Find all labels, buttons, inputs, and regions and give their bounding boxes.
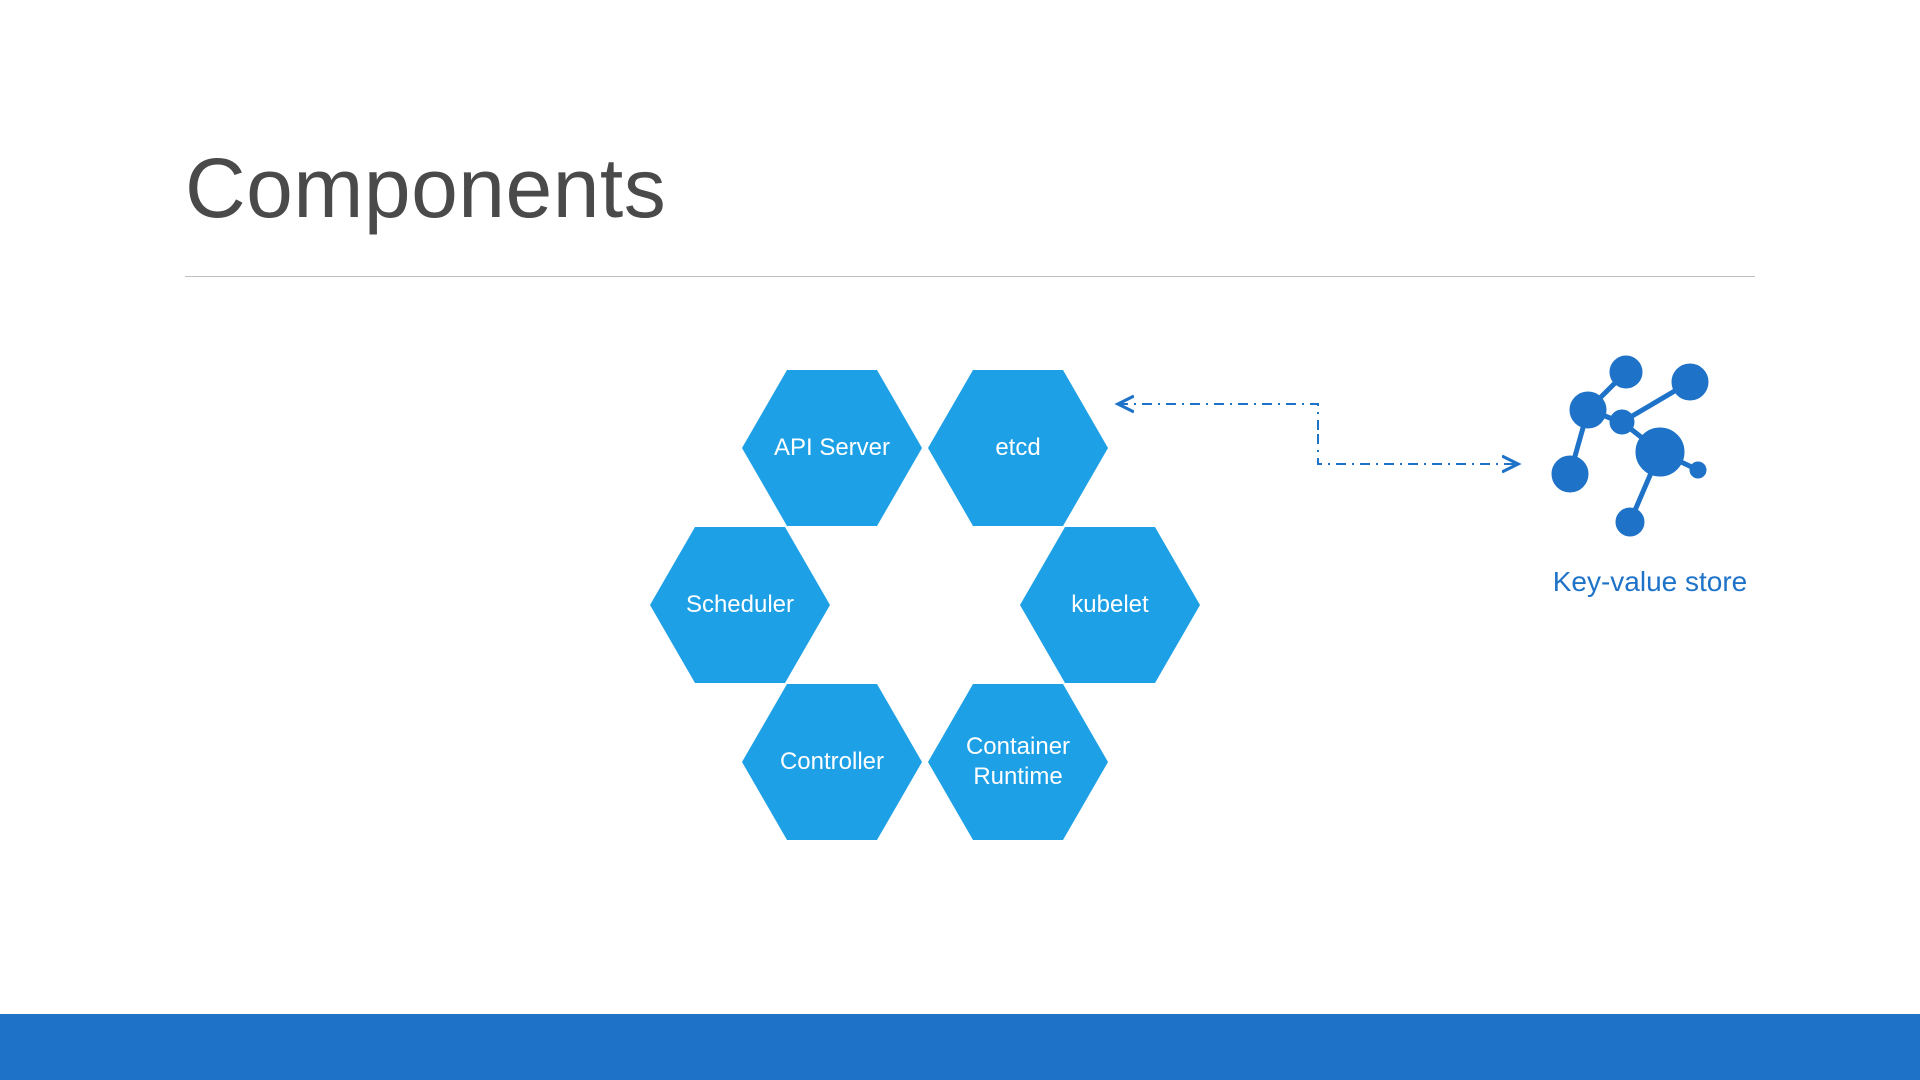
hex-label: kubelet — [1071, 590, 1148, 620]
hex-label: API Server — [774, 433, 890, 463]
hex-controller: Controller — [742, 684, 922, 840]
hex-api-server: API Server — [742, 370, 922, 526]
hex-label: Container Runtime — [946, 732, 1090, 792]
etcd-kv-connector — [1108, 388, 1528, 478]
graph-icon — [1530, 352, 1730, 542]
hex-kubelet: kubelet — [1020, 527, 1200, 683]
hex-label: Controller — [780, 747, 884, 777]
hex-etcd: etcd — [928, 370, 1108, 526]
kv-store-label: Key-value store — [1540, 566, 1760, 598]
hex-label: Scheduler — [686, 590, 794, 620]
footer-bar — [0, 1014, 1920, 1080]
hex-scheduler: Scheduler — [650, 527, 830, 683]
hex-container-runtime: Container Runtime — [928, 684, 1108, 840]
diagram-stage: API Server etcd Scheduler kubelet Contro… — [0, 0, 1920, 1080]
hex-label: etcd — [995, 433, 1040, 463]
